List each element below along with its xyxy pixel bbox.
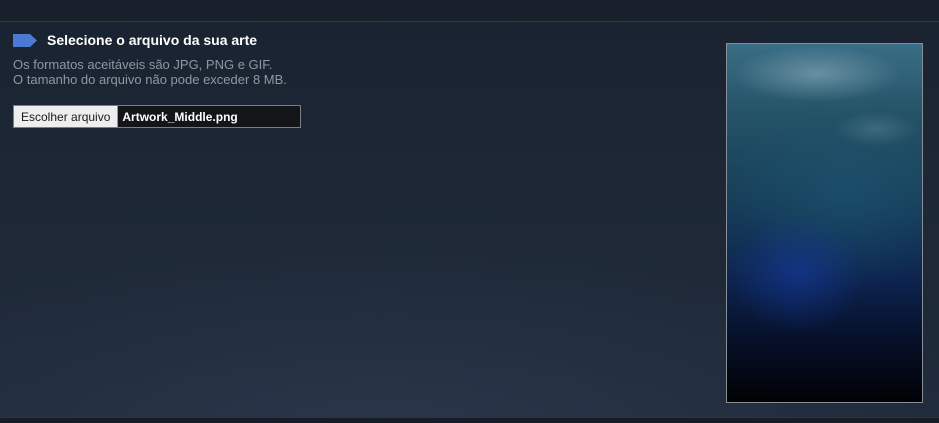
size-limit-note: O tamanho do arquivo não pode exceder 8 …: [13, 72, 287, 87]
artwork-preview: [726, 43, 923, 403]
choose-file-button[interactable]: Escolher arquivo: [14, 106, 119, 127]
upload-section-header: Selecione o arquivo da sua arte: [13, 31, 257, 49]
formats-note: Os formatos aceitáveis são JPG, PNG e GI…: [13, 57, 273, 72]
bottom-divider: [0, 417, 939, 423]
tag-icon: [13, 33, 37, 47]
artwork-preview-image: [727, 44, 922, 402]
top-divider: [0, 0, 939, 22]
section-title: Selecione o arquivo da sua arte: [47, 32, 258, 48]
selected-file-name: Artwork_Middle.png: [122, 109, 238, 124]
artwork-upload-page: Selecione o arquivo da sua arte Os forma…: [0, 0, 939, 423]
file-input[interactable]: Escolher arquivo Artwork_Middle.png: [13, 105, 301, 128]
